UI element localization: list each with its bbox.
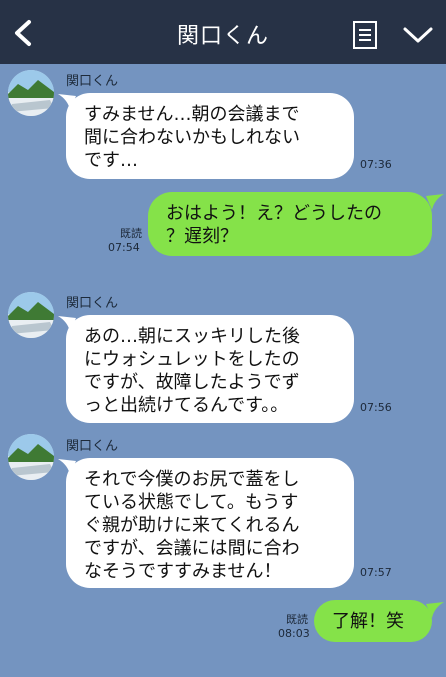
message-line: 了解！笑 <box>332 611 404 632</box>
message-line: それで今僕のお尻で蓋をし <box>84 469 300 490</box>
sender-name: 関口くん <box>66 74 119 89</box>
landscape-avatar-icon <box>8 292 54 338</box>
message-bubble[interactable]: あの…朝にスッキリした後 にウォシュレットをしたの ですが、故障したようでず っ… <box>66 315 354 423</box>
avatar[interactable] <box>8 434 54 480</box>
note-list-icon[interactable] <box>352 20 378 50</box>
avatar[interactable] <box>8 70 54 116</box>
message-line: です… <box>84 150 138 171</box>
message-line: おはよう！え？どうしたの <box>166 203 382 224</box>
message-time: 07:57 <box>360 566 392 579</box>
message-bubble[interactable]: おはよう！え？どうしたの ？遅刻？ <box>148 192 432 256</box>
message-bubble[interactable]: それで今僕のお尻で蓋をし ている状態でして。もうす ぐ親が助けに来てくれるん で… <box>66 458 354 588</box>
message-time: 07:56 <box>360 401 392 414</box>
read-status: 既読 <box>286 613 308 626</box>
sender-name: 関口くん <box>66 439 119 454</box>
message-bubble[interactable]: 了解！笑 <box>314 600 432 642</box>
chat-header: 関口くん <box>0 0 446 64</box>
message-line: にウォシュレットをしたの <box>84 349 300 370</box>
message-time: 07:36 <box>360 158 392 171</box>
sender-name: 関口くん <box>66 296 119 311</box>
message-line: 間に合わないかもしれない <box>84 127 300 148</box>
avatar[interactable] <box>8 292 54 338</box>
message-bubble[interactable]: すみません…朝の会議まで 間に合わないかもしれない です… <box>66 93 354 179</box>
bubble-tail <box>426 602 444 618</box>
message-line: っと出続けてるんです。。 <box>84 395 289 416</box>
message-line: あの…朝にスッキリした後 <box>84 326 300 347</box>
message-line: ている状態でして。もうす <box>84 492 299 513</box>
message-time: 07:54 <box>108 241 140 254</box>
message-time: 08:03 <box>278 627 310 640</box>
message-line: すみません…朝の会議まで <box>84 104 300 125</box>
message-line: ですが、会議には間に合わ <box>84 538 300 559</box>
message-line: ぐ親が助けに来てくれるん <box>84 515 300 536</box>
chat-title: 関口くん <box>176 24 269 49</box>
bubble-tail <box>426 194 444 210</box>
message-line: なそうですすみません！ <box>84 561 282 582</box>
read-status: 既読 <box>120 227 142 240</box>
message-line: ？遅刻？ <box>166 226 238 247</box>
chevron-down-icon[interactable] <box>402 24 434 46</box>
landscape-avatar-icon <box>8 434 54 480</box>
message-line: ですが、故障したようでず <box>84 372 300 393</box>
landscape-avatar-icon <box>8 70 54 116</box>
